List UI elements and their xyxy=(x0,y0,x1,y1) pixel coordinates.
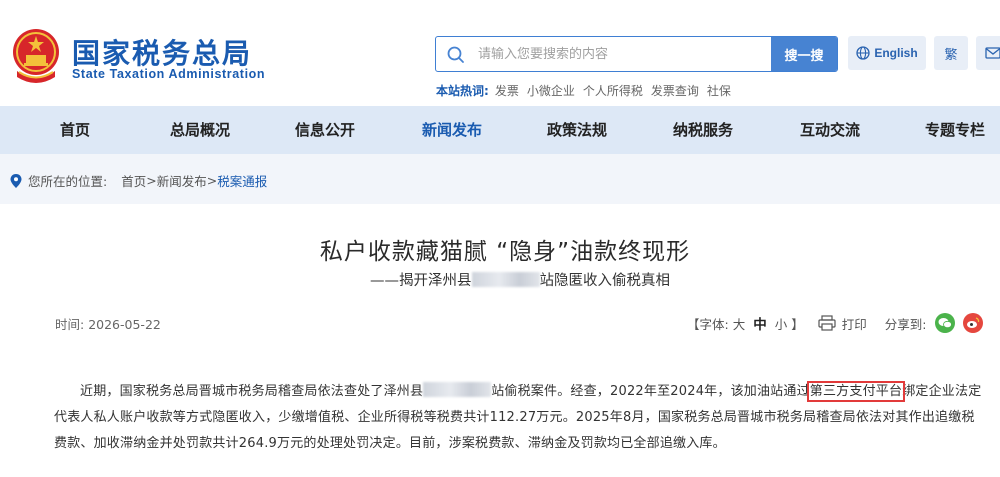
article-body: 近期，国家税务总局晋城市税务局稽查局依法查处了泽州县 站偷税案件。经查，2022年… xyxy=(54,379,984,457)
font-size-large-button[interactable]: 大 xyxy=(733,314,746,333)
hot-word-link[interactable]: 发票查询 xyxy=(651,82,699,99)
font-size-label: 【字体: xyxy=(687,316,729,332)
search-input[interactable] xyxy=(478,37,768,71)
subtitle-prefix: ——揭开泽州县 xyxy=(370,273,472,289)
highlighted-text: 第三方支付平台 xyxy=(806,381,906,402)
subtitle-suffix: 站隐匿收入偷税真相 xyxy=(539,273,671,289)
date-value: 2026-05-22 xyxy=(88,317,161,332)
hot-word-link[interactable]: 小微企业 xyxy=(527,82,575,99)
print-label: 打印 xyxy=(841,316,867,332)
article-tools: 【字体: 大 中 小 】 打印 分享到: xyxy=(687,313,983,333)
breadcrumb: 您所在的位置: 首页 > 新闻发布 > 税案通报 xyxy=(10,171,267,190)
hot-words-label: 本站热词: xyxy=(436,84,489,98)
site-header: 国家税务总局 State Taxation Administration 搜一搜… xyxy=(0,0,1000,106)
paragraph-text: 站偷税案件。经查，2022年至2024年，该加油站通过 xyxy=(491,384,810,399)
font-size-small-button[interactable]: 小 xyxy=(775,314,788,333)
article-title: 私户收款藏猫腻 “隐身”油款终现形 xyxy=(319,239,691,265)
globe-icon xyxy=(856,46,870,60)
search-box: 搜一搜 xyxy=(435,36,838,72)
breadcrumb-bar: 您所在的位置: 首页 > 新闻发布 > 税案通报 xyxy=(0,154,1000,204)
location-pin-icon xyxy=(10,173,22,188)
hot-word-link[interactable]: 发票 xyxy=(495,82,519,99)
breadcrumb-separator: > xyxy=(146,173,157,188)
redacted-blur xyxy=(423,382,492,397)
article: 私户收款藏猫腻 “隐身”油款终现形 ——揭开泽州县 站隐匿收入偷税真相 时间: 2… xyxy=(10,204,1000,477)
printer-icon xyxy=(818,315,836,331)
nav-item-overview[interactable]: 总局概况 xyxy=(160,106,240,154)
search-button[interactable]: 搜一搜 xyxy=(771,37,837,71)
breadcrumb-prefix: 您所在的位置: xyxy=(28,174,108,189)
nav-item-interaction[interactable]: 互动交流 xyxy=(790,106,870,154)
print-button[interactable]: 打印 xyxy=(818,314,867,333)
english-version-button[interactable]: English xyxy=(848,36,926,70)
nav-item-home[interactable]: 首页 xyxy=(40,106,110,154)
national-emblem-icon xyxy=(13,29,59,83)
english-label: English xyxy=(874,46,918,60)
mail-icon xyxy=(985,47,1000,59)
mail-button[interactable] xyxy=(976,36,1000,70)
search-icon xyxy=(447,46,464,63)
site-name: 国家税务总局 xyxy=(72,37,253,70)
nav-item-topics[interactable]: 专题专栏 xyxy=(915,106,995,154)
date-label: 时间: xyxy=(55,317,85,332)
breadcrumb-news-link[interactable]: 新闻发布 xyxy=(157,171,207,190)
paragraph-text: 近期，国家税务总局晋城市税务局稽查局依法查处了泽州县 xyxy=(80,384,424,399)
breadcrumb-separator: > xyxy=(206,173,218,188)
nav-item-tax-service[interactable]: 纳税服务 xyxy=(663,106,743,154)
site-name-english: State Taxation Administration xyxy=(72,67,266,81)
breadcrumb-current-link[interactable]: 税案通报 xyxy=(217,171,267,190)
wechat-share-icon[interactable] xyxy=(934,313,955,333)
weibo-share-icon[interactable] xyxy=(962,313,983,333)
nav-item-news[interactable]: 新闻发布 xyxy=(412,106,492,154)
redacted-blur xyxy=(471,272,540,287)
weibo-icon xyxy=(966,317,979,328)
hot-words: 本站热词: 发票 小微企业 个人所得税 发票查询 社保 xyxy=(436,82,739,99)
publish-date: 时间: 2026-05-22 xyxy=(55,314,161,333)
nav-item-info-disclosure[interactable]: 信息公开 xyxy=(285,106,365,154)
breadcrumb-home-link[interactable]: 首页 xyxy=(121,171,146,190)
share-label: 分享到: xyxy=(884,316,927,332)
wechat-icon xyxy=(938,318,952,329)
font-size-medium-button[interactable]: 中 xyxy=(753,313,767,333)
hot-word-link[interactable]: 个人所得税 xyxy=(583,82,643,99)
font-size-label-close: 】 xyxy=(791,316,804,332)
main-nav: 首页 总局概况 信息公开 新闻发布 政策法规 纳税服务 互动交流 专题专栏 xyxy=(0,106,1000,154)
hot-word-link[interactable]: 社保 xyxy=(707,82,731,99)
traditional-chinese-button[interactable]: 繁 xyxy=(934,36,968,70)
article-subtitle: ——揭开泽州县 站隐匿收入偷税真相 xyxy=(370,269,670,290)
nav-item-policy[interactable]: 政策法规 xyxy=(537,106,617,154)
